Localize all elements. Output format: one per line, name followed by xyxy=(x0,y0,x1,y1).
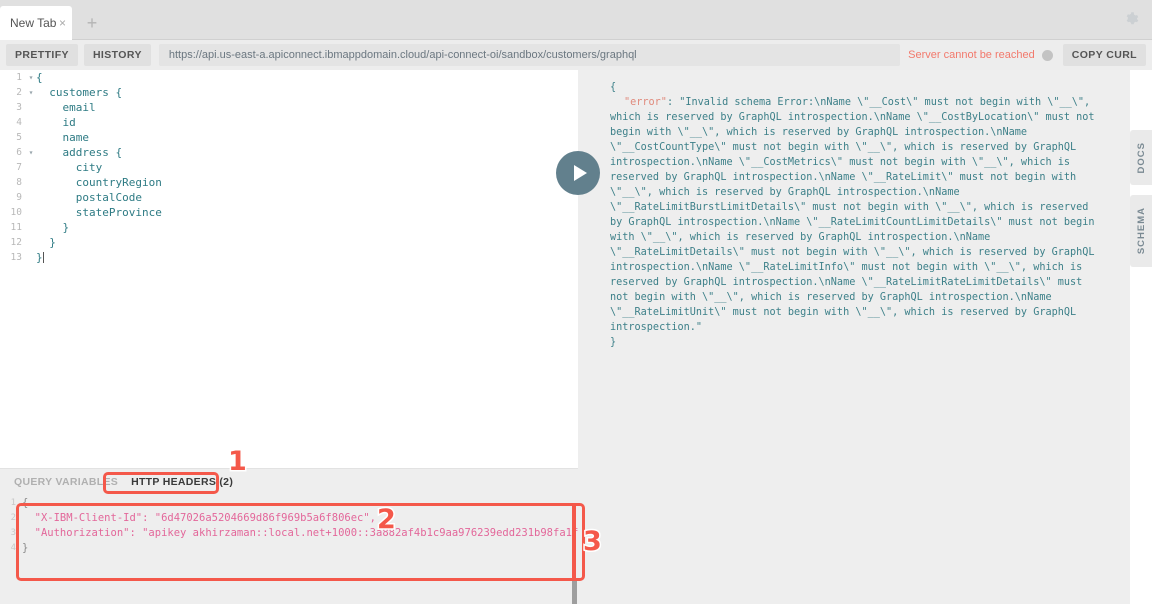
query-line-text: address { xyxy=(36,146,123,159)
line-number: 2 xyxy=(10,512,16,523)
response-close-brace: } xyxy=(610,337,617,348)
query-line-text: { xyxy=(36,71,43,84)
query-line-text: city xyxy=(36,161,103,174)
annotation-marker-2: 2 xyxy=(376,504,398,535)
tab-new-tab[interactable]: New Tab × xyxy=(0,6,72,40)
line-number: 3 xyxy=(16,102,22,113)
text-caret xyxy=(42,252,44,263)
main-split: 1 ▾{2 ▾ customers {3 email 4 id 5 name 6 ▾ add… xyxy=(0,70,1152,604)
response-open-brace: { xyxy=(610,82,617,93)
copy-curl-button[interactable]: COPY CURL xyxy=(1062,44,1146,66)
fold-toggle-icon[interactable]: ▾ xyxy=(26,70,36,85)
fold-toggle-icon[interactable]: ▾ xyxy=(26,85,36,100)
query-line: 2 ▾ customers { xyxy=(0,85,578,100)
annotation-marker-3: 3 xyxy=(582,526,604,557)
line-number: 1 xyxy=(16,72,22,83)
graphiql-toolbar: PRETTIFY HISTORY https://api.us-east-a.a… xyxy=(0,40,1152,70)
tab-docs-label: DOCS xyxy=(1135,142,1147,174)
response-body: { "error": "Invalid schema Error:\nName … xyxy=(610,80,1100,350)
tab-docs[interactable]: DOCS xyxy=(1130,130,1152,186)
header-line-text: { xyxy=(22,496,29,509)
header-line: 1{ xyxy=(0,495,578,510)
line-number: 11 xyxy=(10,222,22,233)
line-number: 8 xyxy=(16,177,22,188)
line-number: 12 xyxy=(10,237,22,248)
line-number: 3 xyxy=(10,527,16,538)
history-button[interactable]: HISTORY xyxy=(83,44,151,66)
variables-tab-group: QUERY VARIABLES HTTP HEADERS (2) xyxy=(0,469,578,495)
query-line-text: } xyxy=(36,221,70,234)
annotation-marker-1: 1 xyxy=(227,446,249,477)
line-number: 10 xyxy=(10,207,22,218)
query-line: 3 email xyxy=(0,100,578,115)
header-line-text: "X-IBM-Client-Id": "6d47026a5204669d86f9… xyxy=(22,511,377,524)
tab-http-headers[interactable]: HTTP HEADERS (2) xyxy=(126,474,238,490)
endpoint-url-input[interactable]: https://api.us-east-a.apiconnect.ibmappd… xyxy=(158,44,901,66)
http-headers-editor[interactable]: 1{2 "X-IBM-Client-Id": "6d47026a5204669d… xyxy=(0,495,578,585)
header-line: 4} xyxy=(0,540,578,555)
query-line-text: } xyxy=(36,251,43,264)
fold-toggle-icon[interactable]: ▾ xyxy=(26,145,36,160)
tab-schema-label: SCHEMA xyxy=(1135,207,1147,255)
server-status-text: Server cannot be reached xyxy=(908,49,1035,61)
server-status: Server cannot be reached xyxy=(908,49,1053,61)
query-line: 4 id xyxy=(0,115,578,130)
line-number: 2 xyxy=(16,87,22,98)
line-number: 7 xyxy=(16,162,22,173)
query-code[interactable]: 1 ▾{2 ▾ customers {3 email 4 id 5 name 6 ▾ add… xyxy=(0,70,578,265)
line-number: 13 xyxy=(10,252,22,263)
query-line-text: name xyxy=(36,131,89,144)
query-line: 6 ▾ address { xyxy=(0,145,578,160)
annotation-line-3 xyxy=(572,503,576,581)
line-number: 5 xyxy=(16,132,22,143)
play-icon xyxy=(573,165,587,181)
response-pane: { "error": "Invalid schema Error:\nName … xyxy=(578,70,1130,604)
query-line: 9 postalCode xyxy=(0,190,578,205)
prettify-button[interactable]: PRETTIFY xyxy=(6,44,78,66)
tab-label: New Tab xyxy=(10,16,57,30)
execute-query-button[interactable] xyxy=(556,151,600,195)
query-line: 5 name xyxy=(0,130,578,145)
query-line: 11 } xyxy=(0,220,578,235)
response-error-value: "Invalid schema Error:\nName \"__Cost\" … xyxy=(610,97,1101,333)
graphql-ide-window: New Tab × + PRETTIFY HISTORY https://api… xyxy=(0,0,1152,604)
side-tab-group: DOCS SCHEMA xyxy=(1130,130,1152,277)
variables-vertical-scrollbar[interactable] xyxy=(572,578,577,604)
line-number: 4 xyxy=(10,542,16,553)
line-number: 4 xyxy=(16,117,22,128)
tab-query-variables[interactable]: QUERY VARIABLES xyxy=(14,474,118,490)
query-line-text: id xyxy=(36,116,76,129)
add-tab-icon[interactable]: + xyxy=(78,6,106,40)
line-number: 6 xyxy=(16,147,22,158)
query-line-text: email xyxy=(36,101,96,114)
variables-panel: QUERY VARIABLES HTTP HEADERS (2) 1{2 "X-… xyxy=(0,468,578,604)
header-line-text: } xyxy=(22,541,29,554)
query-line: 1 ▾{ xyxy=(0,70,578,85)
close-icon[interactable]: × xyxy=(59,17,66,29)
line-number: 1 xyxy=(10,497,16,508)
response-separator: : xyxy=(666,97,680,108)
status-indicator-dot xyxy=(1041,49,1053,61)
tab-schema[interactable]: SCHEMA xyxy=(1130,195,1152,267)
query-line-text: } xyxy=(36,236,56,249)
query-line-text: stateProvince xyxy=(36,206,162,219)
response-error-key: "error" xyxy=(624,97,667,108)
browser-tab-bar: New Tab × + xyxy=(0,0,1152,40)
query-line: 10 stateProvince xyxy=(0,205,578,220)
query-line: 12 } xyxy=(0,235,578,250)
line-number: 9 xyxy=(16,192,22,203)
query-line: 7 city xyxy=(0,160,578,175)
header-line-text: "Authorization": "apikey akhirzaman::loc… xyxy=(22,526,578,539)
query-line-text: countryRegion xyxy=(36,176,162,189)
query-line-text: postalCode xyxy=(36,191,142,204)
query-line: 13} xyxy=(0,250,578,265)
query-line-text: customers { xyxy=(36,86,123,99)
header-line: 3 "Authorization": "apikey akhirzaman::l… xyxy=(0,525,578,540)
query-line: 8 countryRegion xyxy=(0,175,578,190)
gear-icon[interactable] xyxy=(1122,10,1140,28)
query-editor-pane[interactable]: 1 ▾{2 ▾ customers {3 email 4 id 5 name 6 ▾ add… xyxy=(0,70,578,468)
header-line: 2 "X-IBM-Client-Id": "6d47026a5204669d86… xyxy=(0,510,578,525)
